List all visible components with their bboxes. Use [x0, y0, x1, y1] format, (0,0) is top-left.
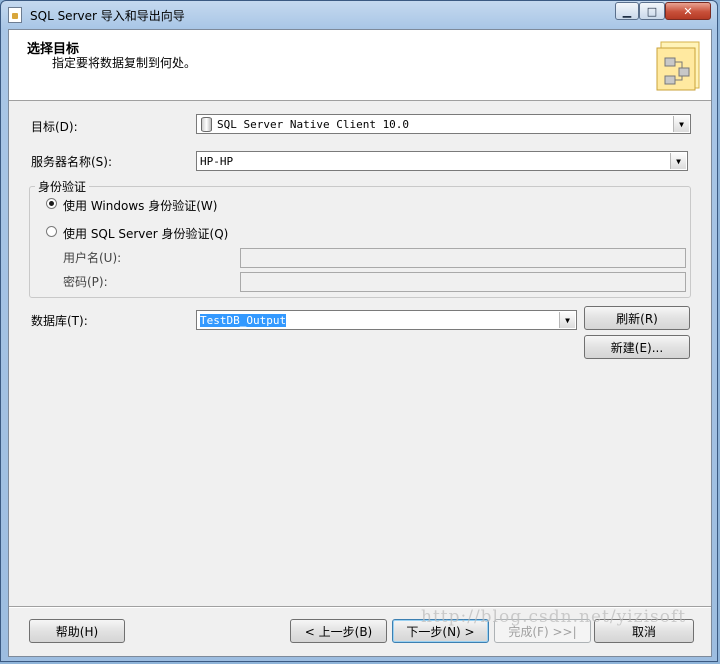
username-label: 用户名(U):: [63, 251, 122, 265]
wizard-tables-graphic: [656, 41, 700, 91]
chevron-down-icon[interactable]: ▼: [559, 312, 575, 328]
database-icon: [201, 117, 212, 132]
minimize-icon: ▁: [622, 4, 632, 18]
chevron-down-icon[interactable]: ▼: [670, 153, 686, 169]
maximize-button[interactable]: □: [639, 2, 665, 20]
minimize-button[interactable]: ▁: [615, 2, 639, 20]
server-name-value: HP-HP: [200, 155, 234, 168]
close-icon: ✕: [683, 4, 693, 18]
new-database-button[interactable]: 新建(E)...: [584, 335, 690, 359]
sql-auth-radio[interactable]: [46, 226, 57, 237]
server-name-label: 服务器名称(S):: [31, 155, 113, 169]
username-field[interactable]: [240, 248, 686, 268]
database-value: TestDB_Output: [200, 314, 287, 327]
destination-select[interactable]: SQL Server Native Client 10.0 ▼: [196, 114, 691, 134]
wizard-client-area: 选择目标 指定要将数据复制到何处。 目标(D): SQL Server Nati…: [8, 29, 712, 657]
window-title: SQL Server 导入和导出向导: [30, 9, 185, 23]
close-button[interactable]: ✕: [665, 2, 711, 20]
password-field[interactable]: [240, 272, 686, 292]
sql-auth-label[interactable]: 使用 SQL Server 身份验证(Q): [63, 225, 228, 242]
destination-label: 目标(D):: [31, 120, 78, 134]
authentication-legend: 身份验证: [35, 178, 90, 195]
back-button[interactable]: < 上一步(B): [290, 619, 387, 643]
help-button[interactable]: 帮助(H): [29, 619, 125, 643]
database-label: 数据库(T):: [31, 314, 88, 328]
destination-value: SQL Server Native Client 10.0: [217, 118, 410, 131]
windows-auth-radio[interactable]: [46, 198, 57, 209]
refresh-button[interactable]: 刷新(R): [584, 306, 690, 330]
windows-auth-label[interactable]: 使用 Windows 身份验证(W): [63, 197, 217, 214]
maximize-icon: □: [646, 4, 658, 18]
app-icon: [8, 7, 22, 23]
title-bar[interactable]: SQL Server 导入和导出向导 ▁ □ ✕: [1, 1, 717, 29]
wizard-header: 选择目标 指定要将数据复制到何处。: [9, 30, 711, 101]
server-name-select[interactable]: HP-HP ▼: [196, 151, 688, 171]
watermark: http://blog.csdn.net/yizisoft: [421, 607, 687, 627]
page-subtitle: 指定要将数据复制到何处。: [52, 56, 197, 70]
wizard-window: SQL Server 导入和导出向导 ▁ □ ✕ 选择目标 指定要将数据复制到何…: [0, 0, 718, 662]
password-label: 密码(P):: [63, 275, 108, 289]
database-select[interactable]: TestDB_Output ▼: [196, 310, 577, 330]
chevron-down-icon[interactable]: ▼: [673, 116, 689, 132]
